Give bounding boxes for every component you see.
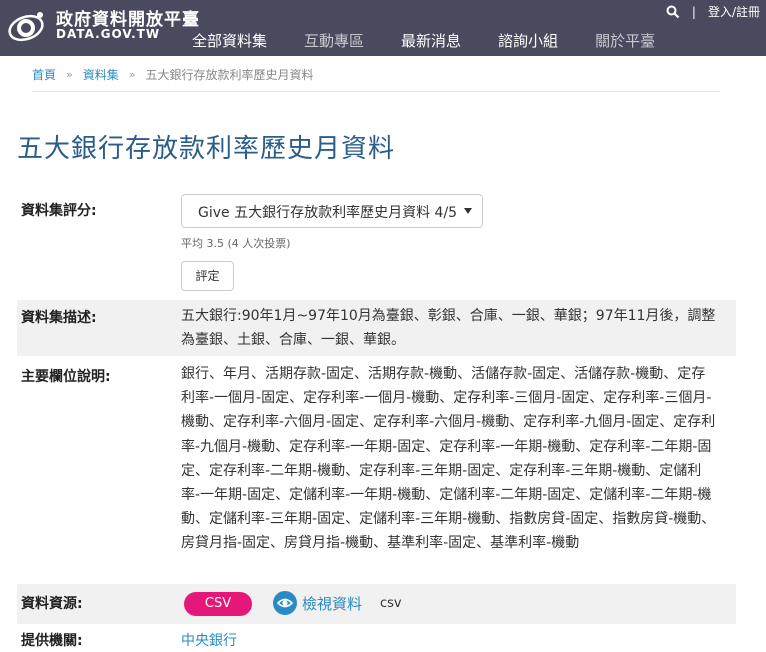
utility-divider: | xyxy=(691,4,696,19)
page-title: 五大銀行存放款利率歷史月資料 xyxy=(17,134,396,164)
description-text: 五大銀行:90年1月~97年10月為臺銀、彰銀、合庫、一銀、華銀；97年11月後… xyxy=(181,308,716,349)
chevron-down-icon xyxy=(464,208,472,214)
rating-average: 平均 3.5 (4 人次投票) xyxy=(181,237,291,250)
resource-format: csv xyxy=(380,596,402,611)
resources-row: 資料資源: CSV 檢視資料 csv xyxy=(17,584,736,624)
fields-row: 主要欄位說明: 銀行、年月、活期存款-固定、活期存款-機動、活儲存款-固定、活儲… xyxy=(17,362,736,582)
nav-advisory[interactable]: 諮詢小組 xyxy=(498,30,558,51)
top-header: 政府資料開放平臺 DATA.GOV.TW | 登入/註冊 全部資料集 互動專區 … xyxy=(0,0,766,56)
breadcrumb-datasets[interactable]: 資料集 xyxy=(83,66,119,83)
site-logo-icon[interactable] xyxy=(6,4,50,48)
csv-button[interactable]: CSV xyxy=(184,592,252,616)
nav-all-datasets[interactable]: 全部資料集 xyxy=(192,30,267,51)
breadcrumb-divider xyxy=(32,91,720,92)
main-nav: 全部資料集 互動專區 最新消息 諮詢小組 關於平臺 xyxy=(192,30,692,51)
login-link[interactable]: 登入/註冊 xyxy=(708,3,760,20)
breadcrumb: 首頁 » 資料集 » 五大銀行存放款利率歷史月資料 xyxy=(32,66,314,83)
provider-org-link[interactable]: 中央銀行 xyxy=(181,630,237,650)
rating-label: 資料集評分: xyxy=(21,203,97,219)
eye-icon xyxy=(273,591,297,615)
site-subtitle[interactable]: DATA.GOV.TW xyxy=(56,27,160,41)
provider-row: 提供機關: 中央銀行 xyxy=(17,624,736,652)
rating-select-value: Give 五大銀行存放款利率歷史月資料 4/5 xyxy=(198,205,458,221)
view-data-label: 檢視資料 xyxy=(302,594,363,613)
description-row: 資料集描述: 五大銀行:90年1月~97年10月為臺銀、彰銀、合庫、一銀、華銀；… xyxy=(17,300,736,356)
nav-news[interactable]: 最新消息 xyxy=(401,30,461,51)
nav-about[interactable]: 關於平臺 xyxy=(595,30,655,51)
resources-label: 資料資源: xyxy=(21,596,83,612)
view-data-link[interactable]: 檢視資料 xyxy=(273,591,362,615)
fields-label: 主要欄位說明: xyxy=(21,369,111,385)
breadcrumb-home[interactable]: 首頁 xyxy=(32,66,56,83)
breadcrumb-separator: » xyxy=(66,68,73,81)
breadcrumb-current: 五大銀行存放款利率歷史月資料 xyxy=(145,68,314,82)
rating-select[interactable]: Give 五大銀行存放款利率歷史月資料 4/5 xyxy=(181,194,483,228)
description-label: 資料集描述: xyxy=(21,310,97,326)
breadcrumb-separator: » xyxy=(128,68,136,81)
utility-bar: | 登入/註冊 xyxy=(666,3,760,20)
search-icon[interactable] xyxy=(666,5,680,19)
provider-label: 提供機關: xyxy=(21,633,83,649)
rate-button[interactable]: 評定 xyxy=(181,261,234,291)
fields-text: 銀行、年月、活期存款-固定、活期存款-機動、活儲存款-固定、活儲存款-機動、定存… xyxy=(181,366,716,552)
nav-interactive[interactable]: 互動專區 xyxy=(304,30,364,51)
rating-row: 資料集評分: Give 五大銀行存放款利率歷史月資料 4/5 平均 3.5 (4… xyxy=(17,194,736,298)
